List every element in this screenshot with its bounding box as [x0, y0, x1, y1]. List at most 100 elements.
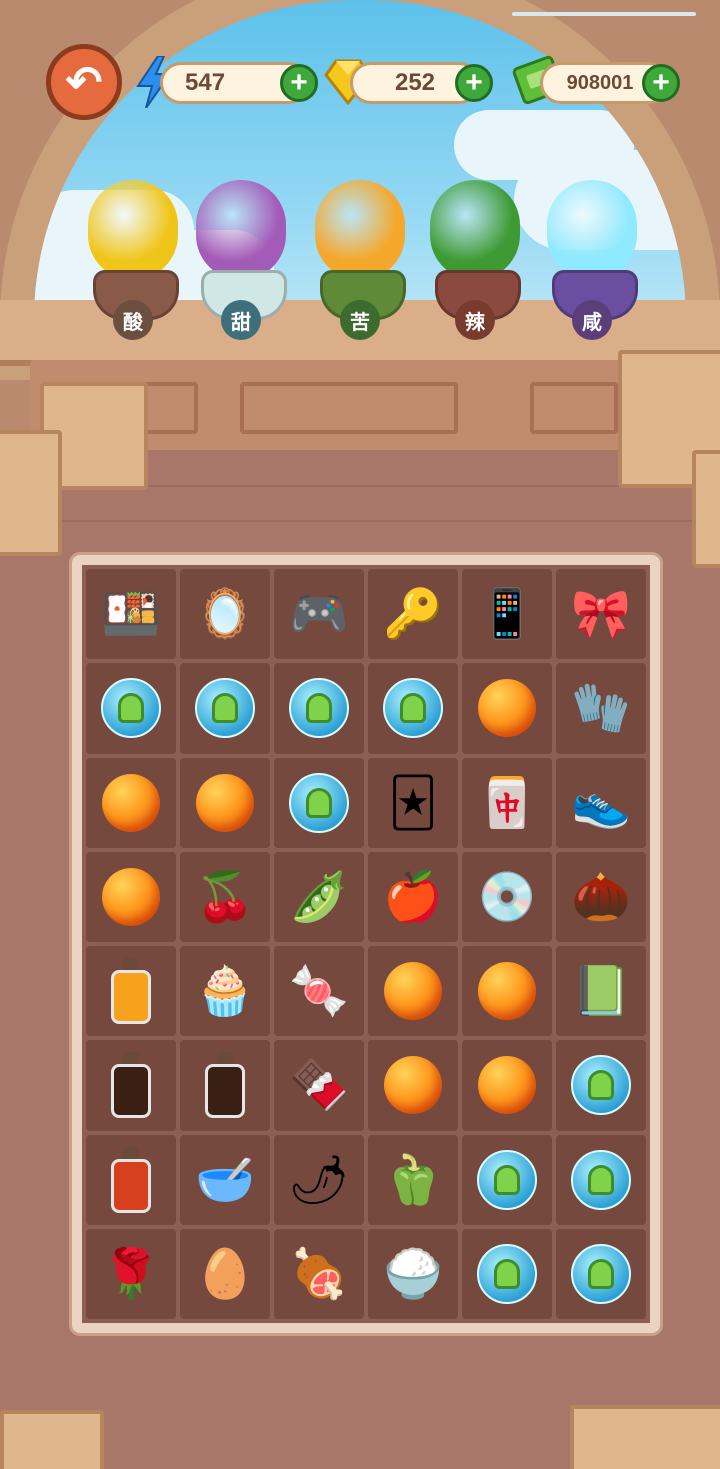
cd-case-icon: 💿: [477, 868, 537, 925]
board-cell[interactable]: 🍬: [274, 946, 364, 1037]
board-cell[interactable]: 🍫: [274, 1040, 364, 1131]
chili-plant-icon: [430, 180, 520, 280]
board-cell[interactable]: 🍖: [274, 1228, 364, 1319]
walnut-icon: 🌰: [571, 868, 631, 925]
sprout-bubble-icon: [571, 1055, 631, 1116]
board-cell[interactable]: [180, 1040, 270, 1131]
board-cell[interactable]: [556, 1040, 646, 1131]
add-energy-button[interactable]: +: [280, 64, 318, 102]
board-cell[interactable]: 🪞: [180, 569, 270, 660]
plant-label-sour: 酸: [113, 300, 153, 340]
crate-left-lower: [0, 430, 62, 556]
board-cell[interactable]: 📗: [556, 946, 646, 1037]
board-cell[interactable]: 💿: [462, 851, 552, 942]
sprout-icon: [118, 693, 144, 724]
sprout-icon: [494, 1258, 520, 1289]
board-cell[interactable]: [462, 946, 552, 1037]
sprout-icon: [588, 1164, 614, 1195]
orange-orb-icon: [102, 773, 160, 832]
board-cell[interactable]: [556, 1134, 646, 1225]
board-cell[interactable]: 🃏: [368, 757, 458, 848]
board-cell[interactable]: [462, 663, 552, 754]
board-cell[interactable]: [462, 1228, 552, 1319]
board-cell[interactable]: [180, 757, 270, 848]
board-cell[interactable]: 🍒: [180, 851, 270, 942]
sprout-bubble-icon: [101, 678, 161, 739]
orange-orb-icon: [384, 962, 442, 1021]
board-cell[interactable]: [86, 1134, 176, 1225]
plant-sour[interactable]: 酸: [78, 180, 188, 340]
sprout-icon: [306, 693, 332, 724]
plant-spicy[interactable]: 辣: [420, 180, 530, 340]
board-cell[interactable]: [274, 757, 364, 848]
sprout-icon: [588, 1258, 614, 1289]
board-cell[interactable]: [368, 663, 458, 754]
back-arrow-icon: ↶: [65, 57, 103, 107]
add-gems-button[interactable]: +: [455, 64, 493, 102]
sprout-icon: [306, 787, 332, 818]
pink-pillow-icon: 🎀: [571, 586, 631, 643]
orange-orb-icon: [478, 1056, 536, 1115]
board-cell[interactable]: 🧤: [556, 663, 646, 754]
plant-salty[interactable]: 咸: [537, 180, 647, 340]
plant-sweet[interactable]: 甜: [186, 180, 296, 340]
sprout-bubble-icon: [289, 678, 349, 739]
merge-board: 🍱 🪞 🎮 🔑 📱 🎀 🧤 🃏 🀄 👟 🍒 🫛 🍎 💿 🌰 🧁 🍬 📗 🍫 🥣 🌶 🫑 🌹 🥚 🍖 🍚: [72, 555, 660, 1333]
board-cell[interactable]: [86, 663, 176, 754]
board-cell[interactable]: 🌰: [556, 851, 646, 942]
phone-icon: 📱: [477, 586, 537, 643]
crate-right-lower: [692, 450, 720, 568]
game-scene: ↶ 547 + 252 + 908001 + 酸 甜 苦 辣 咸 🍱 🪞 🎮 🔑…: [0, 0, 720, 1469]
sneaker-icon: 👟: [571, 774, 631, 831]
sprout-icon: [400, 693, 426, 724]
board-cell[interactable]: [86, 1040, 176, 1131]
sprout-icon: [588, 1070, 614, 1101]
orange-orb-icon: [384, 1056, 442, 1115]
board-cell[interactable]: [86, 946, 176, 1037]
board-cell[interactable]: 🫑: [368, 1134, 458, 1225]
board-cell[interactable]: [368, 946, 458, 1037]
crate-bottom-left: [0, 1410, 104, 1469]
energy-value: 547: [185, 69, 226, 96]
board-cell[interactable]: 👟: [556, 757, 646, 848]
board-cell[interactable]: 🥣: [180, 1134, 270, 1225]
plant-bitter[interactable]: 苦: [305, 180, 415, 340]
chocolate-icon: 🍫: [289, 1057, 349, 1114]
board-cell[interactable]: 🔑: [368, 569, 458, 660]
board-cell[interactable]: 🌹: [86, 1228, 176, 1319]
board-cell[interactable]: [274, 663, 364, 754]
board-cell[interactable]: [556, 1228, 646, 1319]
board-cell[interactable]: 🧁: [180, 946, 270, 1037]
board-cell[interactable]: [462, 1134, 552, 1225]
board-cell[interactable]: [86, 851, 176, 942]
board-cell[interactable]: 🍎: [368, 851, 458, 942]
cream-puff-icon: 🧁: [195, 963, 255, 1020]
board-cell[interactable]: 🎮: [274, 569, 364, 660]
board-cell[interactable]: 🫛: [274, 851, 364, 942]
board-cell[interactable]: [86, 757, 176, 848]
board-cell[interactable]: 🀄: [462, 757, 552, 848]
sprout-bubble-icon: [571, 1149, 631, 1210]
add-cash-button[interactable]: +: [642, 64, 680, 102]
plant-label-salty: 咸: [572, 300, 612, 340]
red-pepper-icon: 🌶: [288, 1151, 350, 1208]
orange-orb-icon: [196, 773, 254, 832]
board-cell[interactable]: 🥚: [180, 1228, 270, 1319]
game-console-icon: 🎮: [289, 586, 349, 643]
board-cell[interactable]: [180, 663, 270, 754]
plant-label-spicy: 辣: [455, 300, 495, 340]
board-cell[interactable]: 🍚: [368, 1228, 458, 1319]
soy-sauce-bottle-icon: [205, 1052, 245, 1119]
board-cell[interactable]: 🎀: [556, 569, 646, 660]
tamarind-icon: 🫛: [289, 868, 349, 925]
board-cell[interactable]: 📱: [462, 569, 552, 660]
board-cell[interactable]: [462, 1040, 552, 1131]
back-button[interactable]: ↶: [46, 44, 122, 120]
board-cell[interactable]: 🌶: [274, 1134, 364, 1225]
mahjong-tile-icon: 🀄: [477, 774, 537, 831]
board-cell[interactable]: [368, 1040, 458, 1131]
board-cell[interactable]: 🍱: [86, 569, 176, 660]
board-grid: 🍱 🪞 🎮 🔑 📱 🎀 🧤 🃏 🀄 👟 🍒 🫛 🍎 💿 🌰 🧁 🍬 📗 🍫 🥣 🌶 🫑 🌹 🥚 🍖 🍚: [82, 565, 650, 1323]
mirror-icon: 🪞: [195, 586, 255, 643]
chili-powder-icon: 🥣: [195, 1151, 255, 1208]
